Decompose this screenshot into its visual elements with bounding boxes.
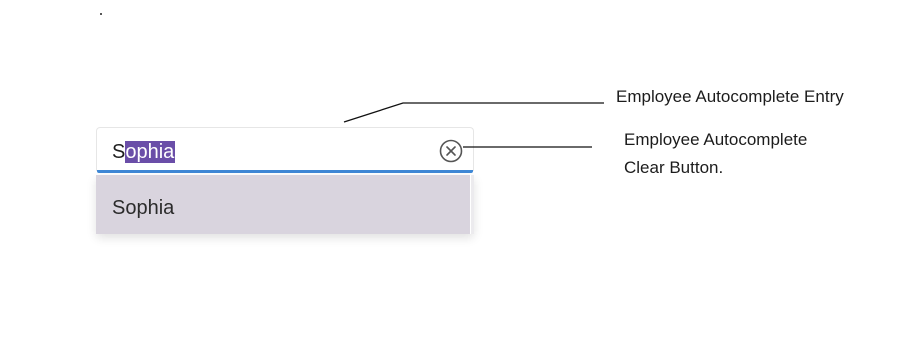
clear-callout-label: Employee Autocomplete Clear Button. <box>624 126 884 182</box>
entry-callout-line <box>343 102 604 123</box>
clear-callout-line1: Employee Autocomplete <box>624 130 808 149</box>
clear-callout-line2: Clear Button. <box>624 158 724 177</box>
entry-callout-label: Employee Autocomplete Entry <box>616 87 844 106</box>
